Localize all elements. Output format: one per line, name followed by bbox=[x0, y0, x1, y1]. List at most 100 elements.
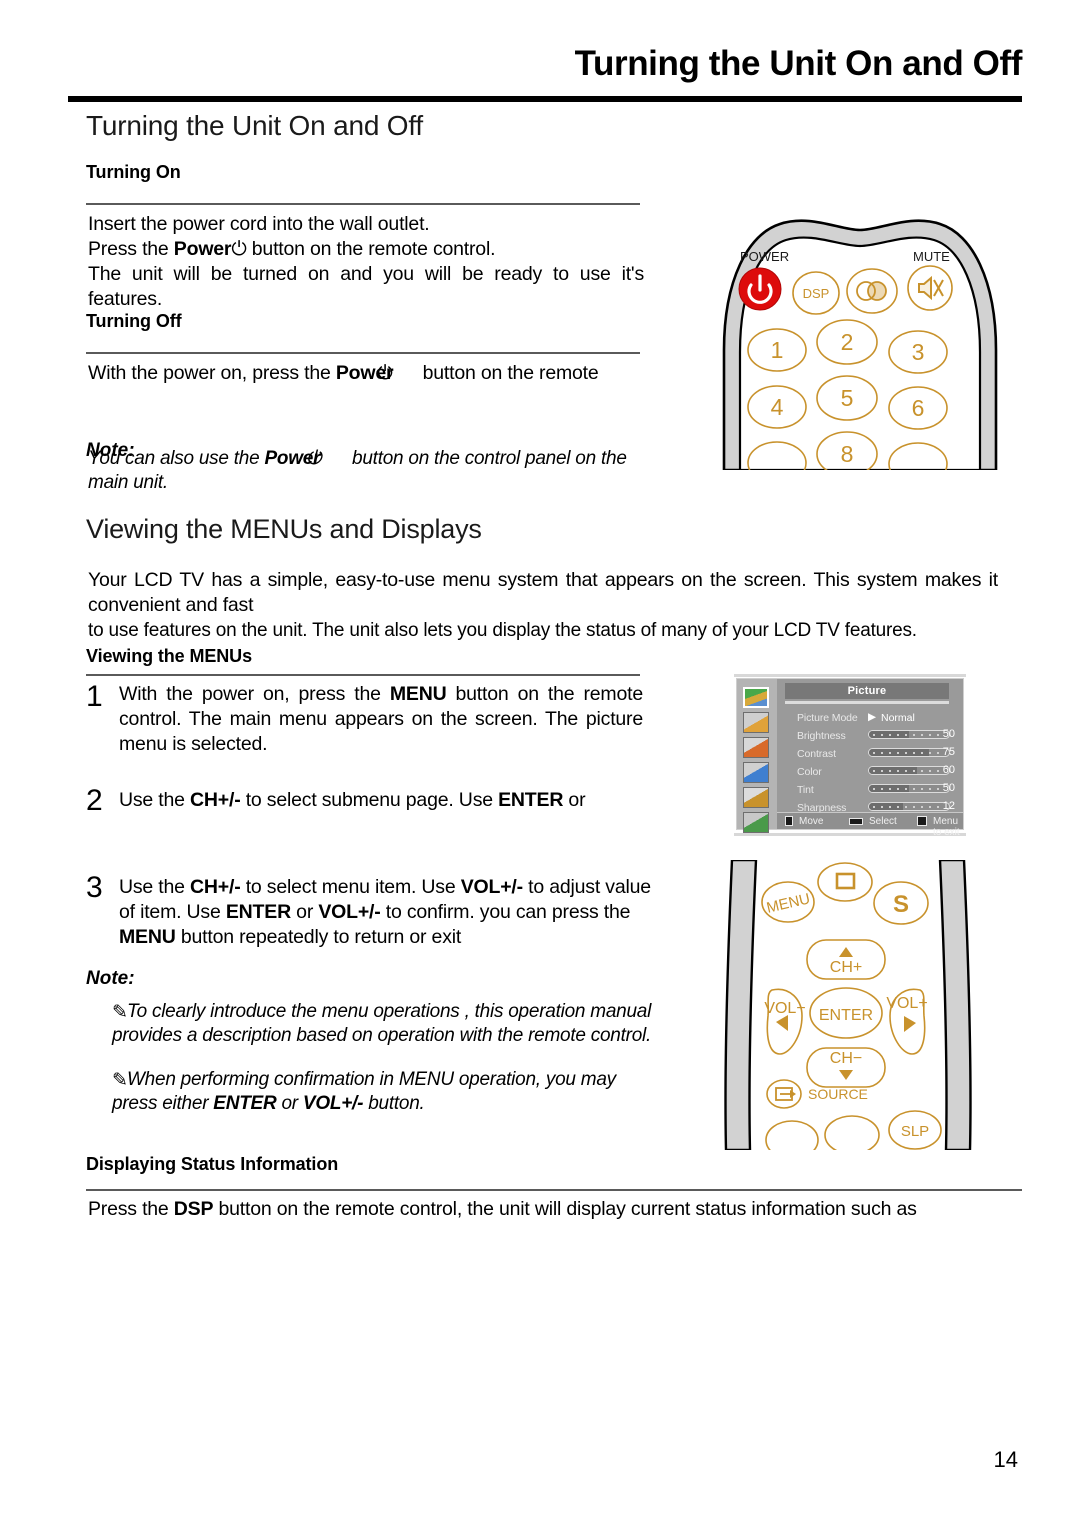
text-run: With the power on, press the bbox=[119, 683, 390, 705]
page-number: 14 bbox=[993, 1447, 1018, 1472]
emphasis-run: MENU bbox=[119, 926, 176, 948]
emphasis-run: ENTER bbox=[213, 1093, 277, 1114]
subheading-turning-off: Turning Off bbox=[86, 311, 182, 331]
menu-label: MENU bbox=[765, 890, 812, 917]
osd-value-sharpness: 12 bbox=[942, 800, 955, 812]
turning-off-line1: With the power on, press the Power⏻ butto… bbox=[88, 361, 668, 386]
rule-viewing-menus bbox=[86, 674, 640, 676]
remote-right-edge bbox=[938, 858, 972, 1152]
key-1-label: 1 bbox=[771, 337, 784, 363]
sleep-label: SLP bbox=[901, 1123, 929, 1140]
rule-turning-on bbox=[86, 203, 640, 205]
bottom-button-center bbox=[824, 1115, 880, 1155]
osd-picture-menu: Picture Picture Mode ▶ Normal Brightness… bbox=[736, 678, 964, 838]
rule-turning-off bbox=[86, 352, 640, 354]
osd-icon-sound[interactable] bbox=[743, 712, 769, 733]
osd-value-tint: 50 bbox=[942, 782, 955, 794]
section-heading-turning-unit: Turning the Unit On and Off bbox=[86, 110, 424, 141]
section-heading-viewing-menus: Viewing the MENUs and Displays bbox=[86, 514, 482, 544]
header-rule bbox=[68, 96, 1022, 102]
arrow-down-icon bbox=[839, 1070, 853, 1080]
note-bullet-1: ✎To clearly introduce the menu operation… bbox=[112, 1000, 652, 1048]
note-bullet-1-text: To clearly introduce the menu operations… bbox=[112, 1001, 651, 1046]
osd-row-label-contrast: Contrast bbox=[797, 748, 836, 760]
manual-page: Turning the Unit On and Off Turning the … bbox=[0, 0, 1080, 1527]
turning-on-line2-a: Press the bbox=[88, 238, 174, 260]
osd-value-brightness: 50 bbox=[942, 728, 955, 740]
osd-mode-value: Normal bbox=[881, 712, 915, 724]
note-body-1: You can also use the Power⏻ button on th… bbox=[88, 447, 650, 495]
step-text-2: Use the CH+/- to select submenu page. Us… bbox=[119, 788, 643, 813]
text-run: Use the bbox=[119, 789, 191, 811]
note1-a: You can also use the bbox=[88, 448, 265, 469]
key-3-label: 3 bbox=[912, 339, 925, 365]
emphasis-run: CH+/- bbox=[190, 876, 241, 898]
text-run: to confirm. you can press the bbox=[380, 901, 631, 923]
note-label-2: Note: bbox=[86, 968, 135, 989]
osd-footer-select-label: Select bbox=[869, 816, 897, 827]
key-8-label: 8 bbox=[841, 441, 854, 467]
osd-icon-picture[interactable] bbox=[743, 687, 769, 708]
step-text-1: With the power on, press the MENU button… bbox=[119, 682, 643, 757]
text-run: to select menu item. Use bbox=[240, 876, 461, 898]
arrow-up-icon bbox=[839, 947, 853, 957]
square-icon bbox=[835, 872, 856, 890]
osd-mode-arrow: ▶ bbox=[868, 711, 877, 723]
step-number-2: 2 bbox=[86, 784, 103, 817]
note-bullet-2: ✎When performing confirmation in MENU op… bbox=[112, 1068, 660, 1116]
ch-up-label: CH+ bbox=[830, 959, 862, 976]
running-header-title: Turning the Unit On and Off bbox=[574, 44, 1023, 83]
remote-control-bottom-illustration: MENU S CH+ VOL− ENTER VOL+ CH− SOURCE SL… bbox=[710, 858, 1010, 1160]
osd-icon-feature[interactable] bbox=[743, 737, 769, 758]
osd-icon-lock[interactable] bbox=[743, 787, 769, 808]
swap-label: S bbox=[893, 891, 909, 918]
osd-value-contrast: 75 bbox=[942, 746, 955, 758]
text-run: Press the bbox=[88, 1198, 174, 1220]
subheading-viewing-menus: Viewing the MENUs bbox=[86, 646, 252, 666]
note-bullet-2-text: When performing confirmation in MENU ope… bbox=[112, 1069, 616, 1114]
dsp-label: DSP bbox=[803, 286, 830, 301]
power-keyword-1: Power bbox=[173, 238, 232, 260]
turning-on-line1: Insert the power cord into the wall outl… bbox=[88, 213, 430, 235]
osd-row-label-color: Color bbox=[797, 766, 822, 778]
step-number-1: 1 bbox=[86, 680, 103, 713]
emphasis-run: VOL+/- bbox=[460, 876, 523, 898]
status-info-text: Press the DSP button on the remote contr… bbox=[88, 1197, 1026, 1222]
arrow-right-icon bbox=[904, 1016, 916, 1032]
osd-title: Picture bbox=[785, 683, 949, 699]
turning-on-line3: The unit will be turned on and you will … bbox=[88, 263, 644, 310]
turning-on-line2-c: button on the remote control. bbox=[246, 238, 496, 260]
osd-footer-menu-label: Menu to exit bbox=[933, 816, 960, 838]
vol-up-label: VOL+ bbox=[886, 995, 927, 1012]
key-5-label: 5 bbox=[841, 385, 854, 411]
text-run: or bbox=[276, 1093, 303, 1114]
text-run: or bbox=[290, 901, 319, 923]
power-symbol-2: ⏻ bbox=[377, 362, 393, 384]
source-icon bbox=[775, 1087, 796, 1101]
power-symbol-1: ⏻ bbox=[231, 238, 247, 260]
key-2-label: 2 bbox=[841, 329, 854, 355]
turning-on-line2: Press the Power⏻ button on the remote co… bbox=[88, 237, 648, 262]
step-number-3: 3 bbox=[86, 871, 103, 904]
osd-row-label-tint: Tint bbox=[797, 784, 814, 796]
osd-icon-pc[interactable] bbox=[743, 812, 769, 833]
osd-footer-bar: Move Select Menu to exit bbox=[777, 812, 963, 838]
osd-icon-setup[interactable] bbox=[743, 762, 769, 783]
osd-title-underline bbox=[785, 701, 949, 704]
vol-down-label: VOL− bbox=[764, 1000, 805, 1017]
arrow-left-icon bbox=[776, 1015, 788, 1031]
remote-mute-label: MUTE bbox=[913, 249, 950, 264]
text-run: Use the bbox=[119, 876, 191, 898]
text-run: To clearly introduce the menu operations… bbox=[112, 1001, 652, 1046]
viewing-menus-intro-1: Your LCD TV has a simple, easy-to-use me… bbox=[88, 569, 998, 616]
osd-footer-move-label: Move bbox=[799, 816, 824, 827]
emphasis-run: VOL+/- bbox=[318, 901, 381, 923]
emphasis-run: ENTER bbox=[225, 901, 291, 923]
display-button bbox=[817, 862, 873, 902]
osd-row-label-mode: Picture Mode bbox=[797, 712, 858, 724]
rule-status-info bbox=[86, 1189, 1022, 1191]
text-run: button on the remote control, the unit w… bbox=[213, 1198, 917, 1220]
osd-bottom-frame bbox=[734, 833, 966, 836]
turning-off-line1-c: button on the remote bbox=[422, 362, 599, 384]
step-text-3: Use the CH+/- to select menu item. Use V… bbox=[119, 875, 655, 950]
